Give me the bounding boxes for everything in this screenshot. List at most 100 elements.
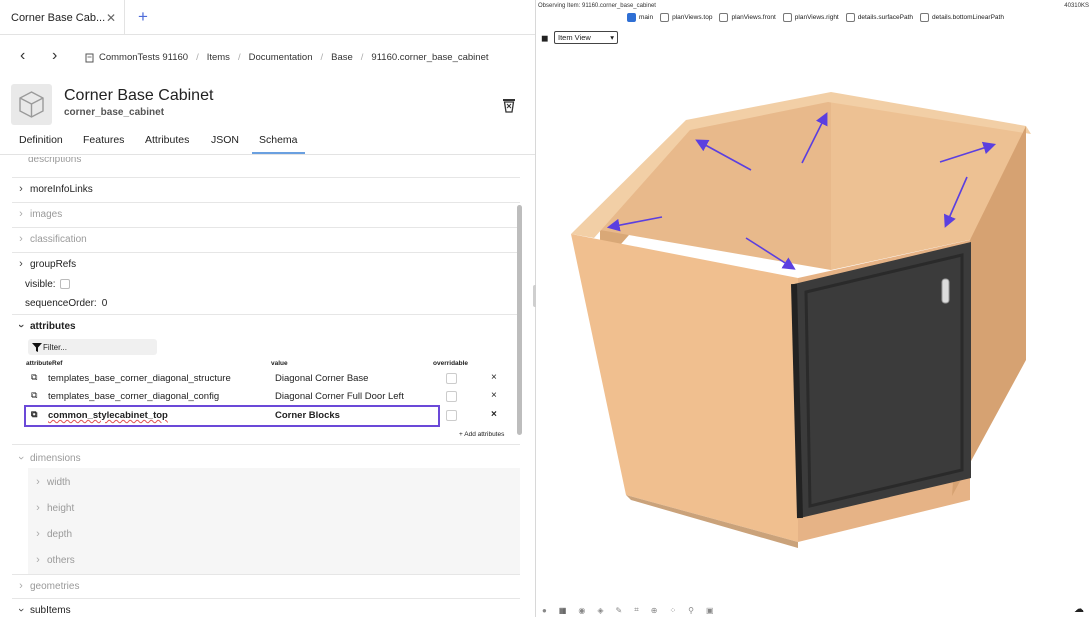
document-icon [85, 53, 94, 62]
dots-icon[interactable]: ⁘ [669, 606, 676, 615]
highlight-box [24, 405, 440, 427]
filter-icon [32, 342, 42, 352]
item-tabs: Definition Features Attributes JSON Sche… [0, 131, 535, 155]
breadcrumb: CommonTests 91160 / Items / Documentation /… [85, 52, 489, 63]
schema-row-attributes[interactable]: › attributes [0, 318, 520, 334]
divider [12, 598, 520, 599]
scrollbar[interactable] [517, 205, 522, 435]
brush-icon[interactable]: ✎ [616, 606, 623, 615]
schema-row-subitems[interactable]: › subItems [0, 603, 520, 617]
chevron-right-icon: › [19, 183, 23, 195]
schema-row-grouprefs[interactable]: › groupRefs [0, 256, 520, 272]
breadcrumb-item[interactable]: 91160.corner_base_cabinet [371, 52, 488, 63]
breadcrumb-separator: / [320, 52, 324, 63]
image-icon[interactable]: ▣ [706, 606, 714, 615]
delete-icon[interactable]: × [491, 390, 497, 401]
palette-icon[interactable]: ● [542, 606, 547, 615]
compass-icon[interactable]: ◉ [578, 606, 585, 615]
breadcrumb-separator: / [196, 52, 199, 63]
viewer-toolbar: ● ▦ ◉ ◈ ✎ ⌗ ⊕ ⁘ ⚲ ▣ [542, 605, 726, 615]
tab-bar: Corner Base Cab... ✕ + [0, 0, 535, 35]
node-icon[interactable]: ⚲ [688, 606, 694, 615]
schema-row-height[interactable]: › height [0, 500, 520, 516]
trash-icon[interactable] [500, 96, 518, 114]
delete-icon[interactable]: × [491, 409, 497, 420]
schema-row-moreinfolinks[interactable]: › moreInfoLinks [0, 181, 520, 197]
tab-corner-base-cabinet[interactable]: Corner Base Cab... ✕ [0, 0, 125, 35]
divider [12, 202, 520, 203]
back-icon[interactable]: ‹ [20, 47, 25, 65]
target-icon[interactable]: ⊕ [651, 606, 658, 615]
schema-row-classification[interactable]: › classification [0, 231, 520, 247]
tab-schema[interactable]: Schema [252, 134, 305, 154]
divider [12, 444, 520, 445]
cube-icon[interactable]: ◈ [597, 606, 603, 615]
attribute-value[interactable]: Diagonal Corner Full Door Left [275, 391, 404, 402]
external-link-icon[interactable]: ⧉ [31, 372, 37, 383]
chevron-right-icon: › [36, 476, 40, 488]
schema-row-dimensions[interactable]: › dimensions [0, 450, 520, 466]
tab-json[interactable]: JSON [211, 134, 239, 146]
tab-attributes[interactable]: Attributes [145, 134, 189, 146]
add-tab-icon[interactable]: + [138, 7, 148, 27]
crop-icon[interactable]: ⌗ [634, 605, 639, 615]
attribute-ref[interactable]: templates_base_corner_diagonal_structure [48, 373, 231, 384]
forward-icon[interactable]: › [52, 47, 57, 65]
outer-left-face [571, 234, 798, 542]
viewer-panel: Observing Item: 91160.corner_base_cabine… [536, 0, 1092, 617]
item-thumbnail [11, 84, 52, 125]
visible-field: visible: [0, 277, 520, 291]
breadcrumb-item[interactable]: Base [331, 52, 353, 63]
tab-definition[interactable]: Definition [19, 134, 63, 146]
chevron-right-icon: › [36, 554, 40, 566]
chevron-down-icon: › [15, 608, 27, 612]
cabinet-3d-view[interactable] [536, 0, 1092, 595]
external-link-icon[interactable]: ⧉ [31, 390, 37, 401]
attribute-value[interactable]: Diagonal Corner Base [275, 373, 368, 384]
schema-row-width[interactable]: › width [0, 474, 520, 490]
sequence-order-field: sequenceOrder: 0 [25, 297, 108, 309]
attribute-row[interactable]: ⧉ templates_base_corner_diagonal_structu… [26, 370, 520, 388]
delete-icon[interactable]: × [491, 372, 497, 383]
chevron-right-icon: › [19, 580, 23, 592]
chevron-down-icon: › [15, 456, 27, 460]
divider [12, 227, 520, 228]
grid-icon[interactable]: ▦ [559, 606, 567, 615]
door-handle[interactable] [941, 278, 950, 304]
overridable-checkbox[interactable] [446, 373, 457, 384]
tab-features[interactable]: Features [83, 134, 124, 146]
schema-row-others[interactable]: › others [0, 552, 520, 568]
breadcrumb-separator: / [360, 52, 364, 63]
item-id: corner_base_cabinet [64, 107, 165, 118]
schema-row-images[interactable]: › images [0, 206, 520, 222]
overridable-checkbox[interactable] [446, 410, 457, 421]
schema-row-geometries[interactable]: › geometries [0, 578, 520, 594]
attribute-row[interactable]: ⧉ templates_base_corner_diagonal_config … [26, 388, 520, 406]
breadcrumb-item[interactable]: Documentation [249, 52, 313, 63]
breadcrumb-item[interactable]: Items [207, 52, 230, 63]
filter-input[interactable]: Filter... [28, 339, 157, 355]
chevron-down-icon: › [15, 324, 27, 328]
breadcrumb-item[interactable]: CommonTests 91160 [99, 52, 188, 63]
divider [12, 314, 520, 315]
close-icon[interactable]: ✕ [106, 11, 116, 25]
chevron-right-icon: › [36, 528, 40, 540]
column-header-ref: attributeRef [26, 360, 63, 367]
attribute-ref[interactable]: templates_base_corner_diagonal_config [48, 391, 219, 402]
cloud-icon[interactable]: ☁ [1074, 604, 1084, 615]
divider [12, 252, 520, 253]
schema-row-descriptions[interactable]: descriptions [0, 157, 520, 169]
visible-checkbox[interactable] [59, 279, 70, 289]
chevron-right-icon: › [36, 502, 40, 514]
column-header-value: value [271, 360, 288, 367]
divider [12, 574, 520, 575]
column-header-overridable: overridable [433, 360, 469, 367]
sequence-order-value[interactable]: 0 [102, 298, 108, 309]
chevron-right-icon: › [19, 258, 23, 270]
overridable-checkbox[interactable] [446, 391, 457, 402]
tab-title: Corner Base Cab... [11, 11, 106, 24]
divider [12, 177, 520, 178]
page-title: Corner Base Cabinet [64, 87, 214, 104]
schema-row-depth[interactable]: › depth [0, 526, 520, 542]
add-attributes-button[interactable]: + Add attributes [459, 431, 504, 438]
